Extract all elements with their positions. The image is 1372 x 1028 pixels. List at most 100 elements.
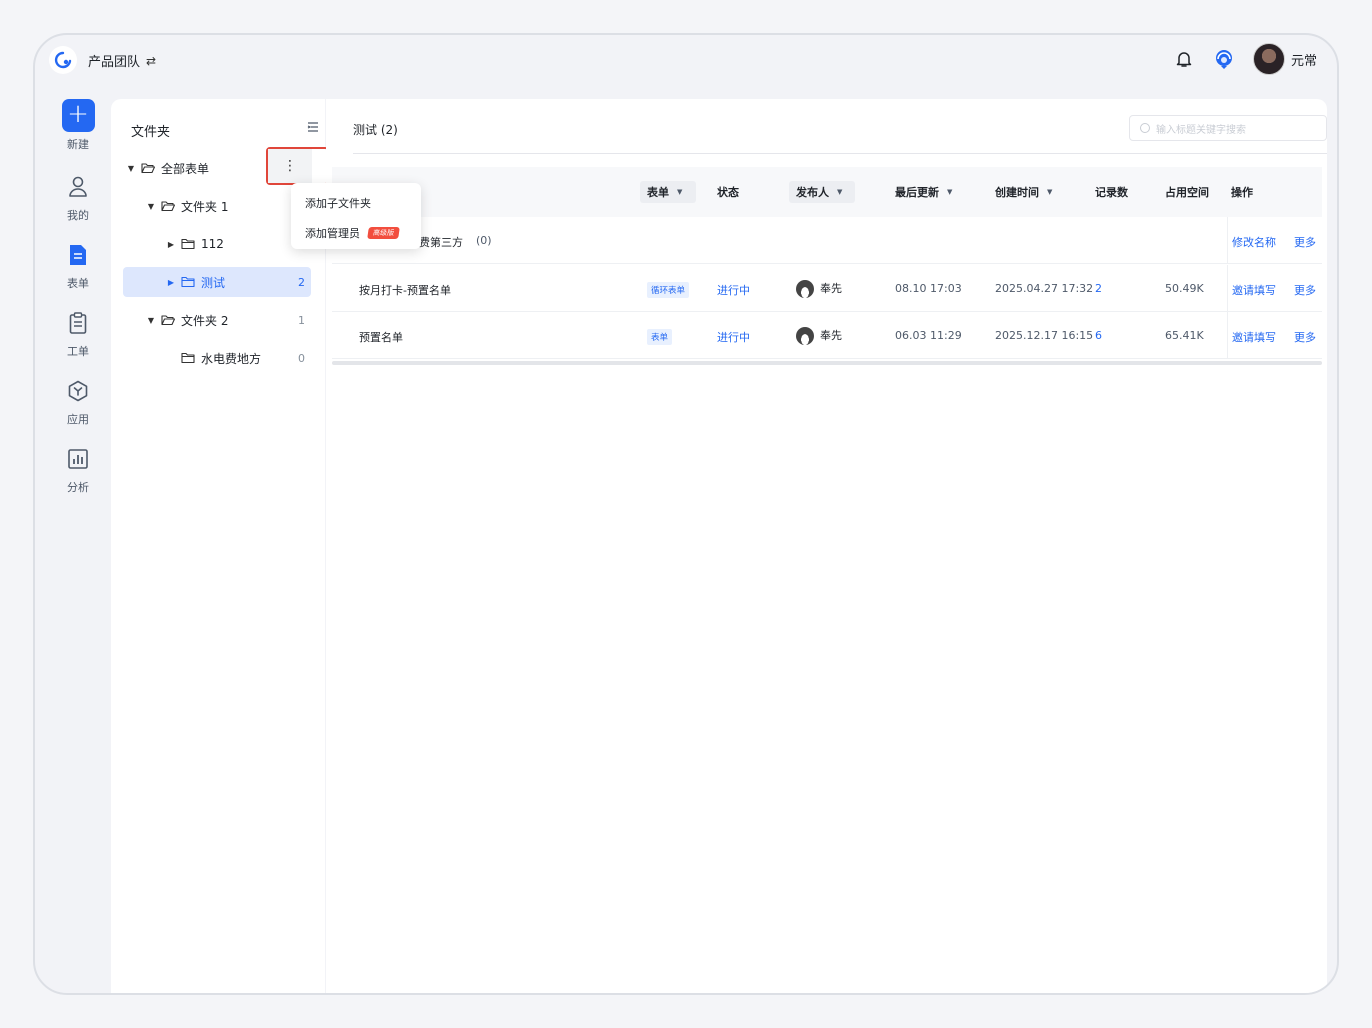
more-vertical-icon[interactable]: ⋮ xyxy=(268,149,312,183)
column-divider xyxy=(1227,217,1228,263)
status-text: 进行中 xyxy=(717,331,750,344)
nav-analytics[interactable]: 分析 xyxy=(45,443,111,495)
rename-link[interactable]: 修改名称 xyxy=(1232,234,1276,250)
caret-down-icon: ▼ xyxy=(947,188,953,196)
publisher: 奉先 xyxy=(796,280,842,298)
form-name[interactable]: 按月打卡-预置名单 xyxy=(359,282,451,298)
nav-mine[interactable]: 我的 xyxy=(45,171,111,223)
more-link[interactable]: 更多 xyxy=(1294,329,1316,345)
avatar xyxy=(1252,43,1285,75)
form-name[interactable]: 预置名单 xyxy=(359,329,403,345)
nav-apps[interactable]: 应用 xyxy=(45,375,111,427)
search-placeholder: 输入标题关键字搜索 xyxy=(1156,124,1246,136)
nav-label: 我的 xyxy=(67,209,89,222)
caret-right-icon[interactable]: ▶ xyxy=(165,240,177,249)
tree-item-utility-folder[interactable]: 水电费地方 0 xyxy=(177,343,311,373)
column-divider xyxy=(1227,312,1228,358)
collapse-panel-icon[interactable] xyxy=(307,121,321,135)
tree-item-count: 1 xyxy=(298,313,305,327)
team-switcher[interactable]: 产品团队 ⇄ xyxy=(88,51,156,71)
more-link[interactable]: 更多 xyxy=(1294,234,1316,250)
column-header-status[interactable]: 状态 xyxy=(717,184,739,200)
column-header-space[interactable]: 占用空间 xyxy=(1165,184,1209,200)
more-link[interactable]: 更多 xyxy=(1294,282,1316,298)
folder-more-button[interactable]: ⋮ xyxy=(266,147,329,185)
main-panel: 测试 (2) 输入标题关键字搜索 表单 ▼ 状态 发布人 ▼ 最后更新 ▼ 创建时间 ▼… xyxy=(326,99,1327,993)
table-row[interactable]: 预置名单 表单 进行中 奉先 06.03 11:29 2025.12.17 16… xyxy=(332,312,1322,359)
form-doc-icon xyxy=(62,239,94,271)
last-update: 06.03 11:29 xyxy=(895,329,962,342)
caret-down-icon[interactable]: ▼ xyxy=(145,316,157,325)
tree-item-112[interactable]: ▶ 112 xyxy=(165,229,311,259)
tree-item-folder-1[interactable]: ▼ 文件夹 1 xyxy=(145,191,311,221)
nav-label: 表单 xyxy=(67,277,89,290)
nav-forms[interactable]: 表单 xyxy=(45,239,111,291)
menu-item-add-subfolder[interactable]: 添加子文件夹 xyxy=(305,195,371,211)
caret-down-icon[interactable]: ▼ xyxy=(125,164,137,173)
column-header-form[interactable]: 表单 ▼ xyxy=(647,184,682,200)
tree-item-label: 水电费地方 xyxy=(201,351,262,366)
invite-fill-link[interactable]: 邀请填写 xyxy=(1232,282,1276,298)
tree-item-count: 0 xyxy=(298,351,305,365)
form-type-tag: 表单 xyxy=(647,329,673,345)
menu-item-label: 添加子文件夹 xyxy=(305,197,371,210)
nav-new[interactable]: + 新建 xyxy=(45,99,111,152)
status-text: 进行中 xyxy=(717,284,750,297)
top-bar: 产品团队 ⇄ 元常 xyxy=(35,35,1337,99)
bell-icon[interactable] xyxy=(1173,48,1195,70)
invite-fill-link[interactable]: 邀请填写 xyxy=(1232,329,1276,345)
folder-icon xyxy=(181,238,195,250)
column-header-ops: 操作 xyxy=(1231,186,1253,199)
bar-chart-icon xyxy=(62,443,94,475)
table-header: 表单 ▼ 状态 发布人 ▼ 最后更新 ▼ 创建时间 ▼ 记录数 占用空间 操作 xyxy=(332,167,1322,217)
nav-label: 分析 xyxy=(67,481,89,494)
swap-icon[interactable]: ⇄ xyxy=(146,54,156,68)
app-logo-icon[interactable] xyxy=(49,46,77,74)
folder-open-icon xyxy=(161,201,175,212)
caret-down-icon: ▼ xyxy=(837,188,843,196)
user-name: 元常 xyxy=(1290,53,1317,69)
nav-label: 应用 xyxy=(67,413,89,426)
record-count[interactable]: 6 xyxy=(1095,329,1102,342)
customer-service-icon[interactable] xyxy=(1213,48,1235,70)
caret-down-icon: ▼ xyxy=(1047,188,1053,196)
space-used: 65.41K xyxy=(1165,329,1204,342)
column-header-last-update[interactable]: 最后更新 ▼ xyxy=(895,184,952,200)
nav-label: 新建 xyxy=(67,138,89,151)
hexagon-app-icon xyxy=(62,375,94,407)
table-row[interactable]: 按月打卡-预置名单 循环表单 进行中 奉先 08.10 17:03 2025.0… xyxy=(332,265,1322,312)
folder-panel-title: 文件夹 xyxy=(131,125,171,140)
folder-icon xyxy=(181,276,195,288)
nav-tickets[interactable]: 工单 xyxy=(45,307,111,359)
tree-item-folder-2[interactable]: ▼ 文件夹 2 1 xyxy=(145,305,311,335)
page-title: 测试 (2) xyxy=(353,123,398,137)
menu-item-label: 添加管理员 xyxy=(305,227,360,240)
folder-count: (0) xyxy=(476,234,492,247)
tree-item-test[interactable]: ▶ 测试 2 xyxy=(123,267,311,297)
form-type-tag: 循环表单 xyxy=(647,282,690,298)
space-used: 50.49K xyxy=(1165,282,1204,295)
table-row-folder[interactable]: 费第三方 (0) 修改名称 更多 xyxy=(332,217,1322,264)
tree-item-label: 文件夹 2 xyxy=(181,313,229,328)
search-input[interactable]: 输入标题关键字搜索 xyxy=(1129,115,1327,141)
created-time: 2025.04.27 17:32 xyxy=(995,282,1094,295)
search-icon xyxy=(1140,123,1150,133)
folder-open-icon xyxy=(141,163,155,174)
column-header-created[interactable]: 创建时间 ▼ xyxy=(995,184,1052,200)
user-menu[interactable]: 元常 xyxy=(1252,43,1317,75)
avatar xyxy=(796,327,814,345)
divider xyxy=(353,153,1327,154)
caret-right-icon[interactable]: ▶ xyxy=(165,278,177,287)
horizontal-scrollbar[interactable] xyxy=(332,361,1322,365)
menu-item-add-admin[interactable]: 添加管理员 高级版 xyxy=(305,225,400,241)
nav-label: 工单 xyxy=(67,345,89,358)
record-count[interactable]: 2 xyxy=(1095,282,1102,295)
team-name: 产品团队 xyxy=(88,55,141,70)
caret-down-icon[interactable]: ▼ xyxy=(145,202,157,211)
tree-item-count: 2 xyxy=(298,275,305,289)
app-window: 产品团队 ⇄ 元常 + 新建 我的 表单 工单 应用 分析 文件夹 ▼ 全部表单… xyxy=(33,33,1339,995)
column-header-publisher[interactable]: 发布人 ▼ xyxy=(796,184,842,200)
column-header-records[interactable]: 记录数 xyxy=(1095,184,1128,200)
tree-item-label: 112 xyxy=(201,237,224,251)
folder-name: 费第三方 xyxy=(419,236,463,249)
